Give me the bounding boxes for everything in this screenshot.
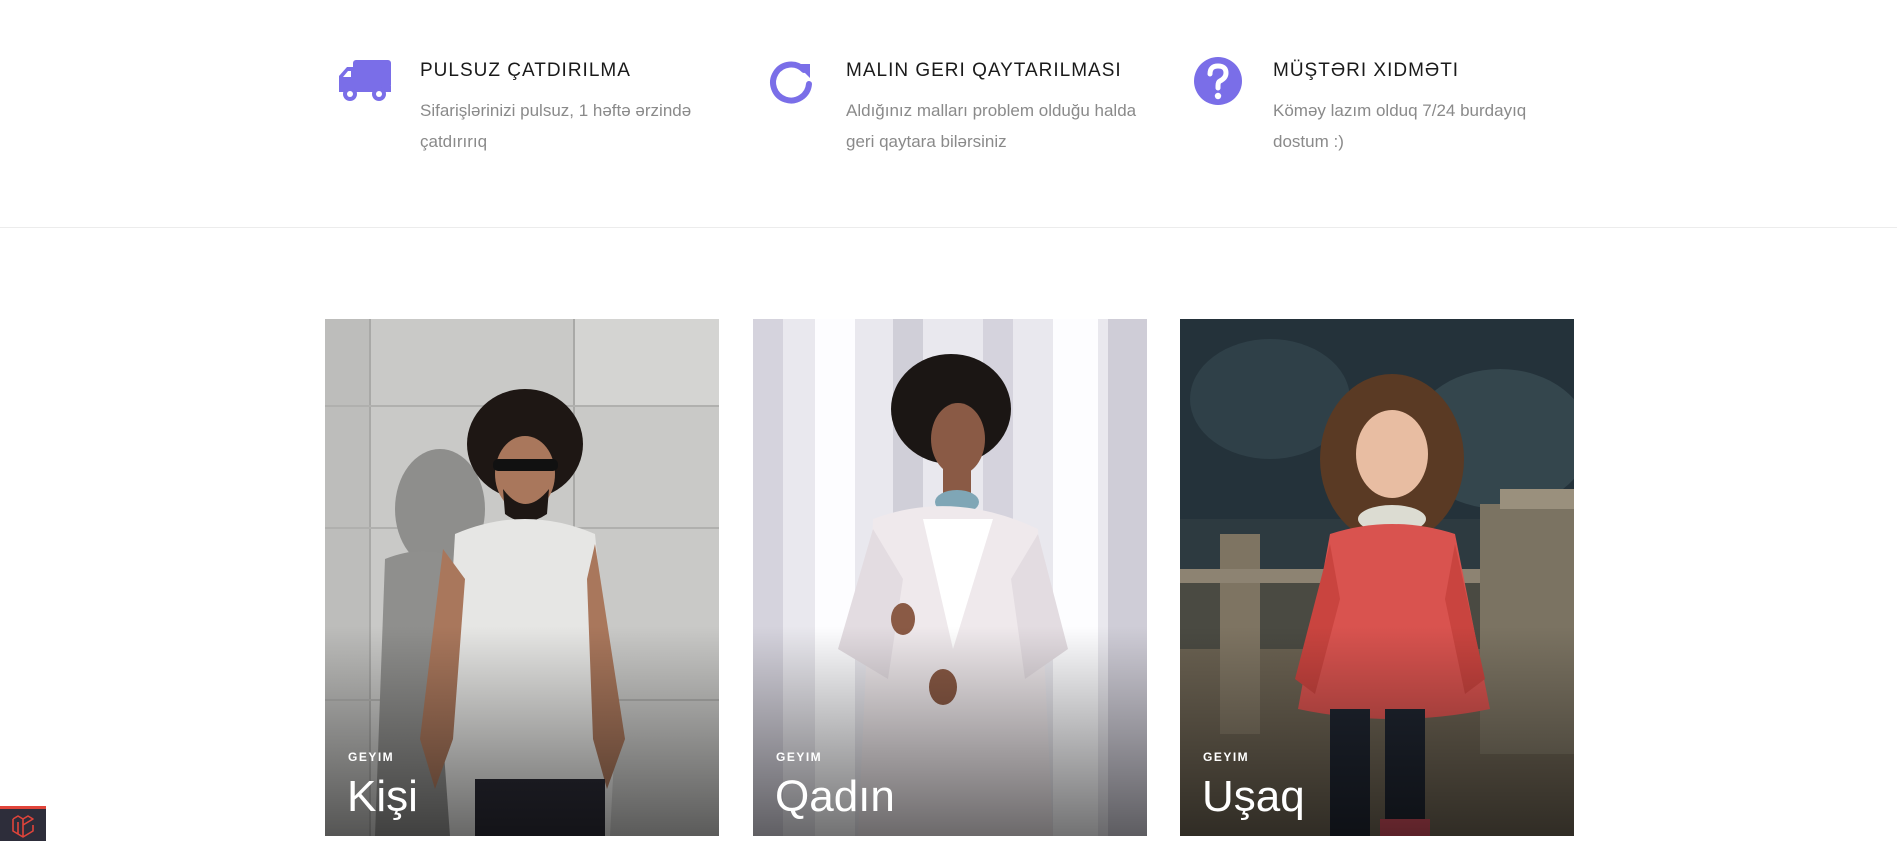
feature-description: Köməy lazım olduq 7/24 burdayıq dostum :… — [1273, 101, 1527, 151]
category-cards: GEYIM Kişi GEYIM Qadın GEYIM Uşaq — [0, 319, 1897, 841]
debugbar-toggle[interactable] — [0, 806, 46, 841]
laravel-logo-icon — [12, 815, 34, 838]
card-category-tag: GEYIM — [1203, 750, 1250, 764]
card-category-tag: GEYIM — [776, 750, 823, 764]
feature-title: PULSUZ ÇATDIRILMA — [420, 60, 631, 81]
category-card-men[interactable]: GEYIM Kişi — [325, 319, 719, 836]
card-title: Kişi — [347, 772, 418, 821]
feature-title: MALIN GERI QAYTARILMASI — [846, 60, 1122, 81]
truck-icon — [339, 60, 391, 101]
refresh-icon — [770, 61, 812, 104]
category-card-kids[interactable]: GEYIM Uşaq — [1180, 319, 1574, 836]
feature-description: Sifarişlərinizi pulsuz, 1 həftə ərzində … — [420, 101, 692, 151]
card-title: Uşaq — [1202, 772, 1305, 821]
question-icon — [1194, 57, 1242, 105]
card-title: Qadın — [775, 772, 895, 821]
feature-title: MÜŞTƏRI XIDMƏTI — [1273, 60, 1460, 81]
category-card-women[interactable]: GEYIM Qadın — [753, 319, 1147, 836]
card-category-tag: GEYIM — [348, 750, 395, 764]
feature-description: Aldığınız malları problem olduğu halda g… — [846, 101, 1137, 151]
features-section: PULSUZ ÇATDIRILMA Sifarişlərinizi pulsuz… — [0, 0, 1897, 228]
